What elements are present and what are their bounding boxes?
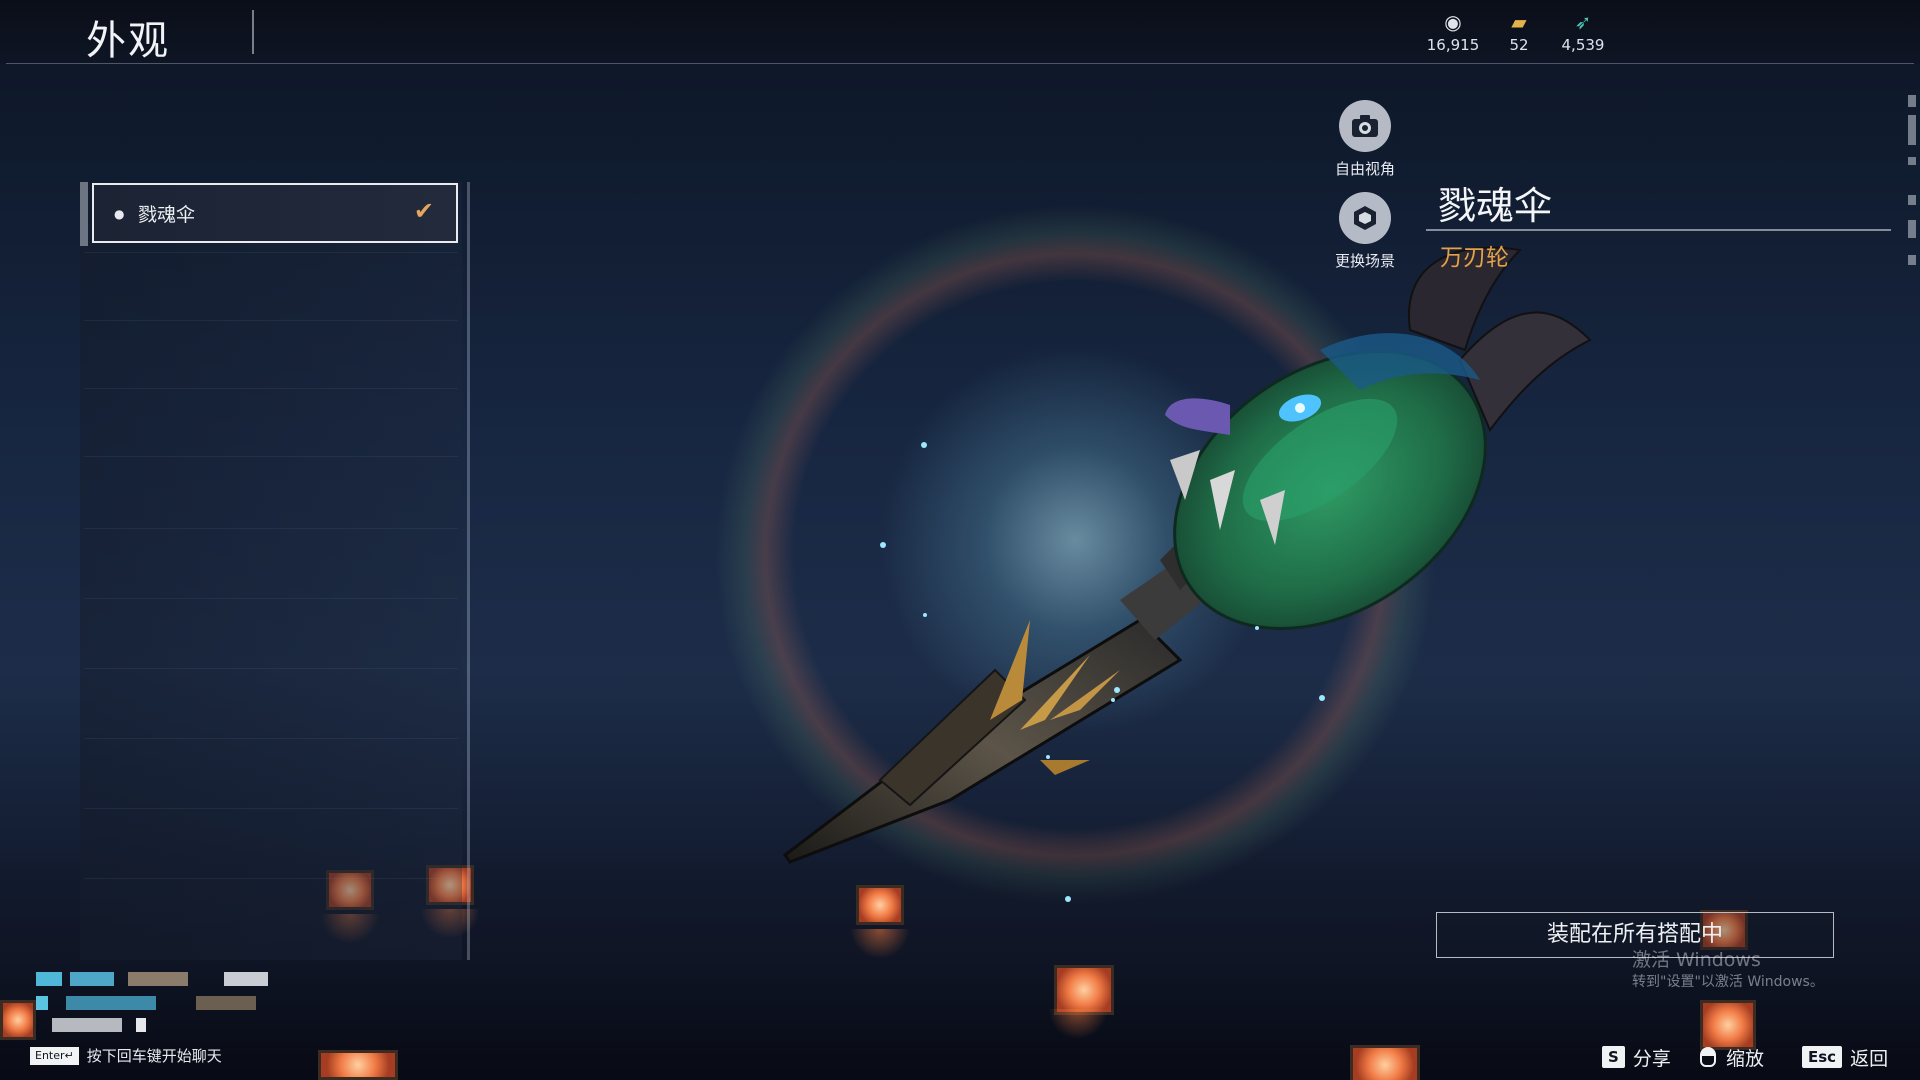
- list-empty-slot: [84, 388, 458, 457]
- floating-lantern: [1350, 1045, 1420, 1080]
- list-empty-slot: [84, 738, 458, 807]
- skin-list-item[interactable]: ● 戮魂伞 ✔: [92, 183, 458, 243]
- list-empty-slot: [84, 808, 458, 877]
- back-label: 返回: [1850, 1047, 1889, 1070]
- list-empty-slot: [84, 456, 458, 525]
- floating-lantern: [318, 1050, 398, 1080]
- item-name-underline: [1426, 229, 1891, 231]
- scene-cube-icon: [1339, 192, 1391, 244]
- list-empty-slot: [84, 528, 458, 597]
- list-empty-slot: [84, 598, 458, 667]
- scene-background: 外观 ◉ 16,915 ▰ 52 ➶ 4,539 ● 戮魂伞 ✔ 自由视角 更换…: [0, 0, 1920, 1080]
- free-camera-button[interactable]: 自由视角: [1320, 100, 1410, 179]
- page-scroll-indicator: [1908, 95, 1916, 275]
- zoom-label: 缩放: [1726, 1047, 1765, 1070]
- skin-list-item-label: 戮魂伞: [138, 204, 196, 226]
- currency-tickets: ▰ 52: [1484, 10, 1554, 54]
- page-title: 外观: [86, 18, 170, 64]
- title-divider: [252, 10, 254, 54]
- chat-messages-obscured: [36, 972, 276, 1038]
- currency-jade: ➶ 4,539: [1548, 10, 1618, 54]
- chat-hint-label: 按下回车键开始聊天: [86, 1047, 222, 1065]
- gold-ticket-icon: ▰: [1511, 10, 1527, 34]
- currency-value: 4,539: [1561, 36, 1605, 54]
- list-scrollbar[interactable]: [467, 182, 470, 960]
- list-empty-slot: [84, 320, 458, 389]
- share-key-badge: S: [1602, 1046, 1625, 1068]
- mouse-icon: [1700, 1047, 1716, 1067]
- enter-key-badge: Enter↵: [30, 1046, 79, 1065]
- back-hint[interactable]: Esc 返回: [1802, 1045, 1889, 1070]
- change-scene-button[interactable]: 更换场景: [1320, 192, 1410, 271]
- jade-feather-icon: ➶: [1574, 10, 1592, 34]
- item-name: 戮魂伞: [1438, 184, 1553, 228]
- floating-lantern: [850, 885, 910, 959]
- windows-activation-hint: 转到"设置"以激活 Windows。: [1632, 974, 1824, 990]
- currency-value: 52: [1509, 36, 1529, 54]
- floating-lantern: [0, 1000, 36, 1040]
- check-icon: ✔: [413, 197, 434, 225]
- share-label: 分享: [1632, 1047, 1671, 1070]
- free-camera-label: 自由视角: [1334, 160, 1395, 178]
- top-bar-divider: [6, 63, 1914, 64]
- windows-activation-watermark: 激活 Windows: [1632, 949, 1761, 971]
- zoom-hint[interactable]: 缩放: [1700, 1045, 1765, 1070]
- top-bar: [0, 0, 1920, 64]
- floating-lantern: [1048, 965, 1114, 1039]
- droplet-icon: ●: [114, 207, 125, 221]
- chat-hint[interactable]: Enter↵ 按下回车键开始聊天: [30, 1045, 222, 1066]
- list-empty-slot: [84, 668, 458, 737]
- change-scene-label: 更换场景: [1334, 252, 1395, 270]
- currency-coins: ◉ 16,915: [1418, 10, 1488, 54]
- list-empty-slot: [84, 878, 458, 947]
- coin-pouch-icon: ◉: [1444, 10, 1462, 34]
- share-hint[interactable]: S 分享: [1602, 1045, 1671, 1070]
- item-weapon-type: 万刃轮: [1440, 245, 1509, 271]
- list-empty-slot: [84, 252, 458, 321]
- floating-lantern: [1700, 1000, 1756, 1050]
- currency-value: 16,915: [1426, 36, 1480, 54]
- list-rail: [80, 182, 88, 246]
- camera-icon: [1339, 100, 1391, 152]
- esc-key-badge: Esc: [1802, 1046, 1843, 1068]
